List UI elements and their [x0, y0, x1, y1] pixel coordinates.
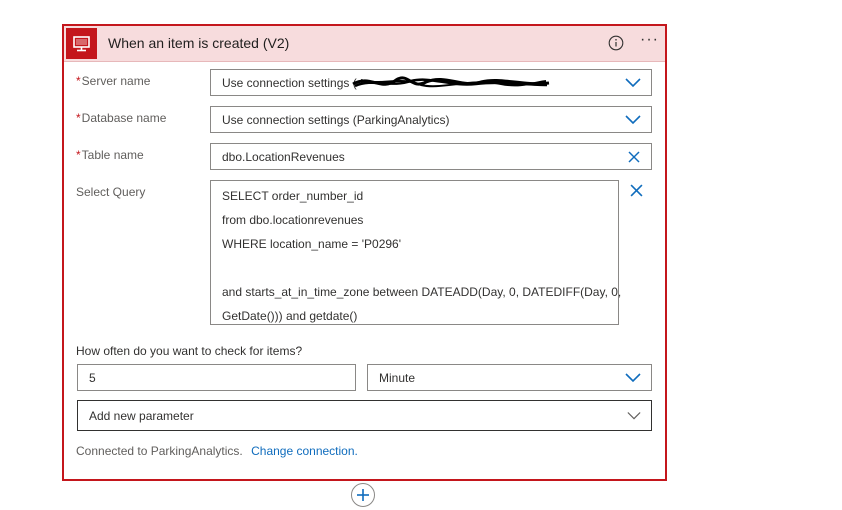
query-line: GetDate())) and getdate() [222, 309, 358, 323]
trigger-header[interactable]: When an item is created (V2) ··· [64, 26, 665, 62]
server-name-value: Use connection settings ( [222, 76, 357, 90]
table-name-value: dbo.LocationRevenues [222, 150, 345, 164]
chevron-down-icon [625, 115, 641, 125]
required-marker: * [76, 74, 81, 88]
redaction-scribble [352, 76, 550, 88]
plus-icon [357, 489, 369, 501]
query-line: from dbo.locationrevenues [222, 213, 364, 227]
frequency-value: Minute [379, 371, 416, 385]
connection-footer: Connected to ParkingAnalytics. Change co… [76, 444, 358, 458]
required-marker: * [76, 148, 81, 162]
query-line: SELECT order_number_id [222, 189, 364, 203]
query-line: WHERE location_name = 'P0296' [222, 237, 402, 251]
database-name-label: *Database name [76, 111, 167, 125]
clear-icon[interactable] [628, 151, 640, 163]
select-query-label: Select Query [76, 185, 146, 199]
database-name-value: Use connection settings (ParkingAnalytic… [222, 113, 450, 127]
recurrence-label: How often do you want to check for items… [76, 344, 303, 358]
chevron-down-icon [625, 78, 641, 88]
database-name-dropdown[interactable]: Use connection settings (ParkingAnalytic… [210, 106, 652, 133]
more-options-icon[interactable]: ··· [640, 32, 659, 48]
query-line: and starts_at_in_time_zone between DATEA… [222, 285, 622, 299]
trigger-card: When an item is created (V2) ··· *Server… [62, 24, 667, 481]
connected-text: Connected to ParkingAnalytics. [76, 444, 243, 458]
select-query-textarea[interactable]: SELECT order_number_id from dbo.location… [210, 180, 622, 325]
frequency-dropdown[interactable]: Minute [367, 364, 652, 391]
chevron-down-icon [625, 373, 641, 383]
server-name-label: *Server name [76, 74, 151, 88]
table-name-label: *Table name [76, 148, 144, 162]
server-name-dropdown[interactable]: Use connection settings ( [210, 69, 652, 96]
add-parameter-placeholder: Add new parameter [89, 409, 194, 423]
info-icon[interactable] [608, 35, 624, 51]
interval-input[interactable]: 5 [77, 364, 356, 391]
trigger-title: When an item is created (V2) [108, 35, 290, 51]
table-name-input[interactable]: dbo.LocationRevenues [210, 143, 652, 170]
add-step-button[interactable] [351, 483, 375, 507]
clear-query-icon[interactable] [630, 184, 643, 197]
chevron-down-icon [627, 412, 641, 420]
interval-value: 5 [89, 371, 96, 385]
change-connection-link[interactable]: Change connection. [251, 444, 358, 458]
sql-server-icon [66, 28, 97, 59]
add-new-parameter-dropdown[interactable]: Add new parameter [77, 400, 652, 431]
required-marker: * [76, 111, 81, 125]
